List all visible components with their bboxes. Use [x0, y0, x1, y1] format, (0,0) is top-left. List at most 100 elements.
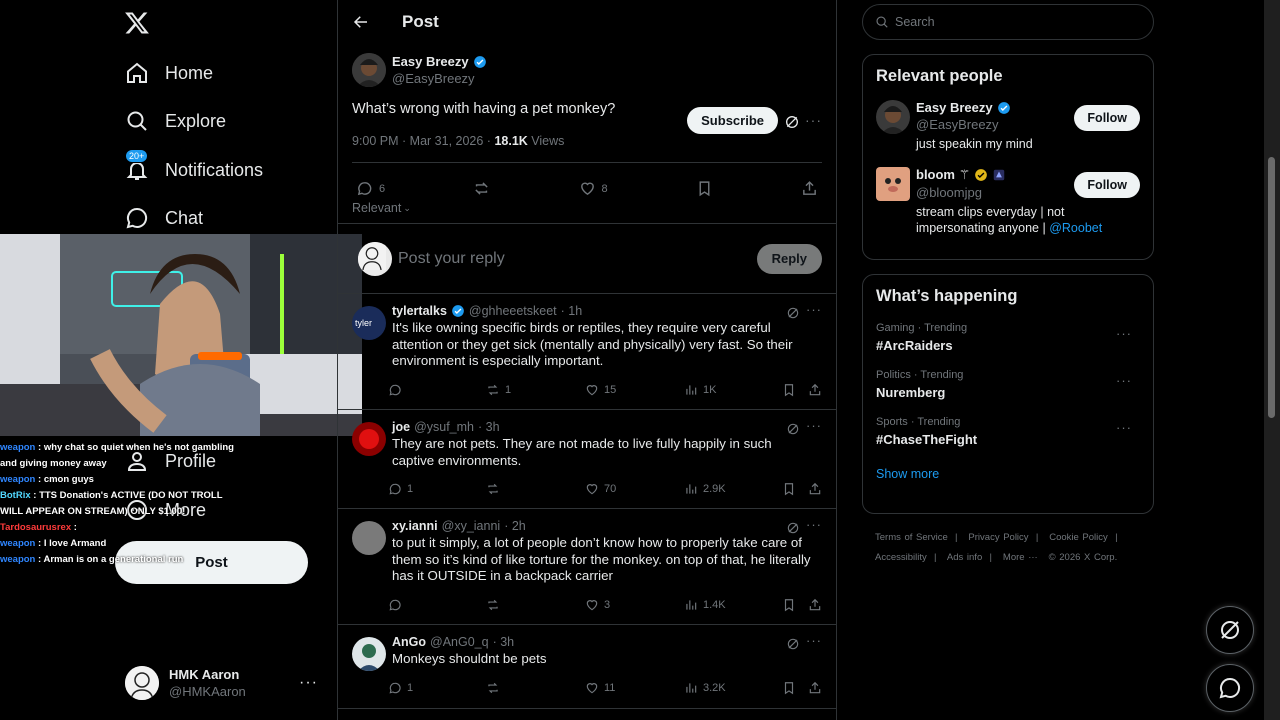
- nav-notifications[interactable]: 20+ Notifications: [115, 148, 273, 192]
- reply-handle[interactable]: @AnG0_q: [430, 635, 489, 649]
- person-row[interactable]: bloom ⚚ @bloomjpg stream clips everyday …: [876, 166, 1140, 237]
- like-action[interactable]: 8: [579, 180, 608, 197]
- person-row[interactable]: Easy Breezy @EasyBreezy just speakin my …: [876, 100, 1140, 153]
- reply-avatar[interactable]: [352, 422, 386, 456]
- heart-icon[interactable]: 3: [585, 598, 610, 612]
- reply-handle[interactable]: @ysuf_mh: [414, 420, 474, 434]
- nav-home[interactable]: Home: [115, 51, 223, 95]
- reply-more-icon[interactable]: ···: [806, 633, 822, 648]
- account-more-icon[interactable]: ···: [299, 674, 318, 692]
- footer-link[interactable]: More ···: [1003, 552, 1038, 563]
- post-author-name[interactable]: Easy Breezy: [392, 54, 469, 69]
- share-icon[interactable]: [808, 383, 822, 397]
- reply-author-name[interactable]: tylertalks: [392, 304, 447, 318]
- trend-item[interactable]: Gaming · Trending #ArcRaiders ···: [876, 322, 1140, 353]
- follow-button[interactable]: Follow: [1074, 171, 1140, 198]
- reply-more-icon[interactable]: ···: [806, 302, 822, 317]
- reply-more-icon[interactable]: ···: [806, 418, 822, 433]
- trend-more-icon[interactable]: ···: [1116, 326, 1132, 341]
- footer-link[interactable]: Terms of Service: [875, 532, 948, 543]
- reply-icon[interactable]: [388, 598, 402, 612]
- search-input[interactable]: Search: [862, 4, 1154, 40]
- grok-icon[interactable]: [784, 114, 800, 130]
- page-scrollbar[interactable]: [1264, 0, 1280, 720]
- trend-item[interactable]: Sports · Trending #ChaseTheFight ···: [876, 416, 1140, 447]
- footer-link[interactable]: Privacy Policy: [968, 532, 1028, 543]
- back-arrow-icon[interactable]: [352, 13, 370, 31]
- reply-action[interactable]: 6: [356, 180, 385, 197]
- trend-more-icon[interactable]: ···: [1116, 420, 1132, 435]
- footer-link[interactable]: Ads info: [947, 552, 982, 563]
- heart-icon[interactable]: 11: [585, 681, 615, 695]
- repost-icon[interactable]: 1: [486, 383, 511, 397]
- nav-explore[interactable]: Explore: [115, 99, 236, 143]
- grok-icon[interactable]: [786, 306, 800, 320]
- footer-link[interactable]: Cookie Policy: [1049, 532, 1108, 543]
- bookmark-icon[interactable]: [782, 383, 796, 397]
- share-action[interactable]: [801, 180, 818, 197]
- share-icon[interactable]: [808, 598, 822, 612]
- repost-icon[interactable]: [486, 681, 500, 695]
- views-icon[interactable]: 3.2K: [684, 681, 726, 695]
- trend-more-icon[interactable]: ···: [1116, 373, 1132, 388]
- scrollbar-thumb[interactable]: [1268, 157, 1275, 418]
- reply-sort-dropdown[interactable]: Relevant ⌄: [338, 201, 836, 215]
- bookmark-icon[interactable]: [782, 681, 796, 695]
- x-logo-icon[interactable]: [124, 10, 150, 36]
- heart-icon[interactable]: 70: [585, 482, 616, 496]
- person-avatar[interactable]: [876, 166, 910, 201]
- reply-avatar[interactable]: tyler: [352, 306, 386, 340]
- person-name[interactable]: bloom ⚚: [916, 167, 970, 183]
- repost-icon[interactable]: [486, 482, 500, 496]
- heart-icon[interactable]: 15: [585, 383, 616, 397]
- post-more-icon[interactable]: ···: [805, 112, 822, 128]
- reply-post[interactable]: xy.ianni @xy_ianni · 2h to put it simply,…: [338, 509, 836, 625]
- reply-post[interactable]: AnGo @AnG0_q · 3h Monkeys shouldnt be pet…: [338, 625, 836, 709]
- messages-fab-button[interactable]: [1206, 664, 1254, 712]
- repost-action[interactable]: [473, 180, 490, 197]
- reply-author-name[interactable]: AnGo: [392, 635, 426, 649]
- post-author-avatar[interactable]: [352, 53, 386, 87]
- reply-author-name[interactable]: xy.ianni: [392, 519, 438, 533]
- reply-button[interactable]: Reply: [756, 243, 822, 274]
- views-icon[interactable]: 2.9K: [684, 482, 726, 496]
- reply-avatar[interactable]: [352, 521, 386, 555]
- reply-post[interactable]: joe @ysuf_mh · 3h They are not pets. They…: [338, 410, 836, 509]
- post-author-handle[interactable]: @EasyBreezy: [392, 71, 487, 86]
- grok-icon[interactable]: [786, 422, 800, 436]
- reply-handle[interactable]: @xy_ianni: [442, 519, 501, 533]
- account-switcher[interactable]: HMK Aaron @HMKAaron ···: [115, 658, 330, 708]
- show-more-link[interactable]: Show more: [876, 467, 1140, 481]
- share-icon[interactable]: [808, 482, 822, 496]
- share-icon[interactable]: [808, 681, 822, 695]
- reply-avatar[interactable]: [352, 637, 386, 671]
- person-avatar[interactable]: [876, 100, 910, 134]
- views-label: Views: [527, 134, 565, 148]
- footer-link[interactable]: Accessibility: [875, 552, 927, 563]
- reply-icon[interactable]: 1: [388, 681, 413, 695]
- follow-button[interactable]: Follow: [1074, 105, 1140, 131]
- views-icon[interactable]: 1.4K: [684, 598, 726, 612]
- reply-author-name[interactable]: joe: [392, 420, 410, 434]
- reply-more-icon[interactable]: ···: [806, 517, 822, 532]
- grok-fab-button[interactable]: [1206, 606, 1254, 654]
- reply-icon[interactable]: [388, 383, 402, 397]
- reply-handle[interactable]: @ghheeetskeet: [469, 304, 557, 318]
- repost-icon[interactable]: [486, 598, 500, 612]
- bookmark-icon[interactable]: [782, 598, 796, 612]
- bookmark-icon[interactable]: [782, 482, 796, 496]
- subscribe-button[interactable]: Subscribe: [687, 107, 778, 134]
- views-icon[interactable]: 1K: [684, 383, 716, 397]
- bookmark-action[interactable]: [696, 180, 713, 197]
- search-placeholder: Search: [895, 15, 935, 29]
- grok-icon[interactable]: [786, 637, 800, 651]
- person-handle[interactable]: @EasyBreezy: [916, 117, 1033, 132]
- trend-item[interactable]: Politics · Trending Nuremberg ···: [876, 369, 1140, 400]
- reply-post[interactable]: tyler tylertalks @ghheeetskeet · 1h It's …: [338, 294, 836, 410]
- bio-mention-link[interactable]: @Roobet: [1049, 221, 1102, 235]
- grok-icon[interactable]: [786, 521, 800, 535]
- verified-badge-icon: [473, 55, 486, 68]
- person-name[interactable]: Easy Breezy: [916, 100, 993, 115]
- reply-input[interactable]: Post your reply: [398, 250, 757, 268]
- reply-icon[interactable]: 1: [388, 482, 413, 496]
